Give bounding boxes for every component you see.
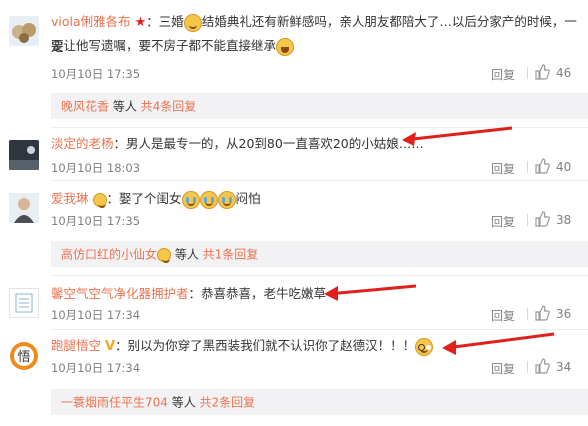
comment-text: ：男人是最专一的，从20到80一直喜欢20的小姑娘…… bbox=[113, 136, 424, 151]
timestamp: 10月10日 18:03 bbox=[51, 161, 141, 175]
badge-icon bbox=[92, 192, 107, 208]
red-arrow-annotation bbox=[442, 332, 555, 355]
like-thumb-icon[interactable] bbox=[534, 211, 550, 231]
avatar[interactable] bbox=[9, 193, 39, 223]
avatar[interactable] bbox=[9, 140, 39, 170]
comment-text: 闷怕 bbox=[235, 191, 261, 206]
sub-reply-user[interactable]: 晚风花香 bbox=[61, 100, 109, 114]
like-thumb-icon[interactable] bbox=[534, 305, 550, 325]
sub-reply-bar[interactable]: 高仿口红的小仙女 等人 共1条回复 bbox=[51, 241, 588, 267]
reply-button[interactable]: 回复 bbox=[491, 213, 515, 230]
comment-text: ：三婚 bbox=[146, 14, 184, 29]
smile-emoji-icon bbox=[183, 13, 202, 32]
username[interactable]: 爱我琳 bbox=[51, 191, 89, 206]
divider bbox=[527, 214, 528, 226]
red-arrow-annotation bbox=[402, 126, 513, 146]
timestamp: 10月10日 17:34 bbox=[51, 361, 141, 375]
like-count: 36 bbox=[556, 307, 572, 321]
username[interactable]: 跑腿悟空 bbox=[51, 338, 101, 353]
username[interactable]: 馨空气空气净化器拥护者 bbox=[51, 286, 189, 301]
laugh-emoji-icon bbox=[276, 37, 295, 56]
sub-reply-bar[interactable]: 一蓑烟雨任平生704 等人 共2条回复 bbox=[51, 389, 588, 415]
reply-button[interactable]: 回复 bbox=[491, 66, 515, 83]
verified-v-icon: V bbox=[105, 339, 116, 354]
divider bbox=[51, 180, 588, 181]
sub-reply-count-link[interactable]: 共4条回复 bbox=[141, 100, 197, 114]
cry-emoji-icon bbox=[199, 190, 218, 209]
cry-emoji-icon bbox=[181, 190, 200, 209]
sub-reply-bar[interactable]: 晚风花香 等人 共4条回复 bbox=[51, 93, 588, 119]
divider bbox=[51, 275, 588, 276]
username[interactable]: viola俐雅各布 bbox=[51, 14, 131, 29]
like-count: 34 bbox=[556, 360, 572, 374]
timestamp: 10月10日 17:34 bbox=[51, 308, 141, 322]
comment-text: ：恭喜恭喜，老牛吃嫩草 bbox=[188, 286, 327, 301]
sub-reply-user[interactable]: 高仿口红的小仙女 bbox=[61, 248, 157, 262]
sub-reply-text: 等人 bbox=[109, 99, 141, 114]
sub-reply-text: 等人 bbox=[171, 247, 203, 262]
divider bbox=[527, 361, 528, 373]
sub-reply-user[interactable]: 一蓑烟雨任平生704 bbox=[61, 396, 168, 410]
like-thumb-icon[interactable] bbox=[534, 64, 550, 84]
like-thumb-icon[interactable] bbox=[534, 358, 550, 378]
red-arrow-annotation bbox=[324, 284, 417, 301]
like-count: 46 bbox=[556, 66, 572, 80]
avatar[interactable] bbox=[9, 288, 39, 318]
avatar[interactable]: 悟 bbox=[9, 341, 39, 371]
svg-text:悟: 悟 bbox=[17, 350, 30, 365]
sub-reply-count-link[interactable]: 共1条回复 bbox=[203, 248, 259, 262]
reply-button[interactable]: 回复 bbox=[491, 307, 515, 324]
sub-reply-text: 等人 bbox=[167, 395, 200, 410]
like-count: 40 bbox=[556, 160, 572, 174]
comment-text: ：别以为你穿了黑西装我们就不认识你了赵德汉！！！ bbox=[115, 338, 416, 353]
badge-icon bbox=[157, 247, 172, 263]
glasses-emoji-icon bbox=[415, 337, 434, 356]
divider bbox=[527, 161, 528, 173]
timestamp: 10月10日 17:35 bbox=[51, 67, 141, 81]
comment-text: ：娶了个闺女 bbox=[106, 191, 182, 206]
username[interactable]: 淡定的老杨 bbox=[51, 136, 114, 151]
reply-button[interactable]: 回复 bbox=[491, 160, 515, 177]
like-thumb-icon[interactable] bbox=[534, 158, 550, 178]
vip-icon: ★ bbox=[134, 15, 147, 30]
cry-emoji-icon bbox=[217, 190, 236, 209]
comment-text: 要让他写遗嘱，要不房子都不能直接继承 bbox=[51, 38, 277, 53]
sub-reply-count-link[interactable]: 共2条回复 bbox=[200, 396, 256, 410]
timestamp: 10月10日 17:35 bbox=[51, 214, 141, 228]
divider bbox=[527, 67, 528, 79]
divider bbox=[527, 308, 528, 320]
like-count: 38 bbox=[556, 213, 572, 227]
avatar[interactable] bbox=[9, 16, 39, 46]
reply-button[interactable]: 回复 bbox=[491, 360, 515, 377]
